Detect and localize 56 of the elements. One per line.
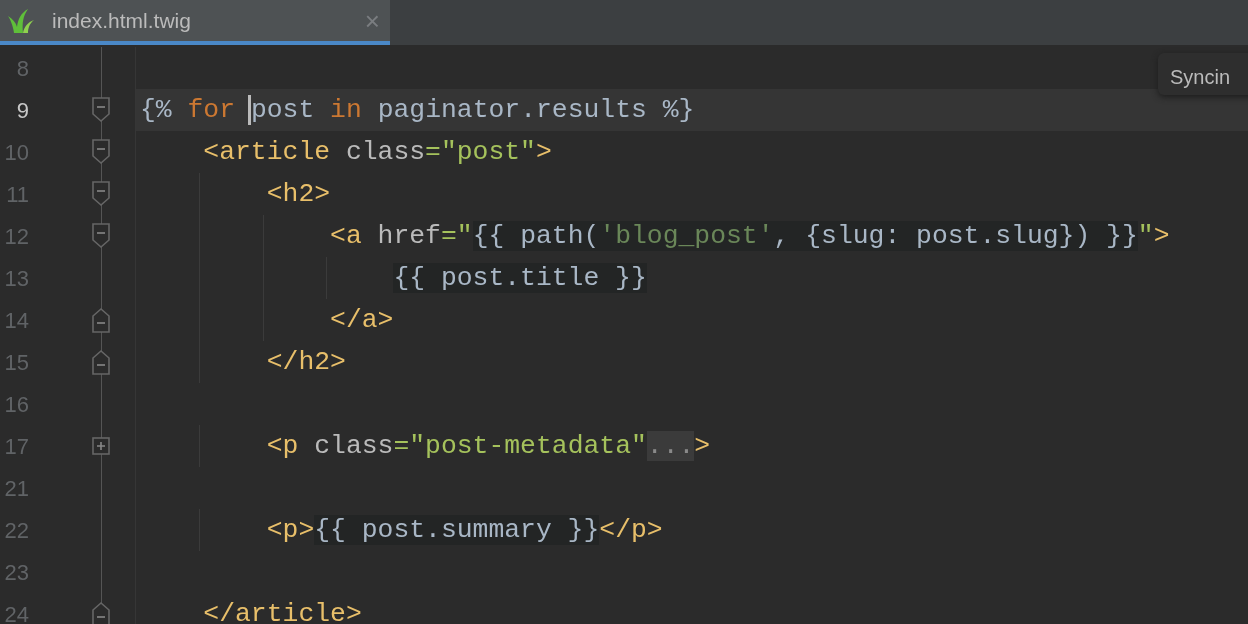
code-token: href <box>377 221 441 251</box>
code-token: {% <box>140 95 172 125</box>
fold-collapse-icon[interactable] <box>92 139 110 165</box>
fold-collapse-icon[interactable] <box>92 223 110 249</box>
code-token: <p <box>266 431 299 461</box>
code-token: {{ post.summary }} <box>314 515 600 545</box>
line-number: 16 <box>3 390 29 419</box>
line-number: 9 <box>15 96 29 125</box>
fold-end-icon[interactable] <box>92 601 110 624</box>
code-token: <article <box>203 137 331 167</box>
code-token: <p> <box>266 515 315 545</box>
code-token: ="post-metadata" <box>393 431 647 461</box>
code-token: " <box>1137 221 1154 251</box>
code-token: class <box>345 137 426 167</box>
code-token: ="post" <box>425 137 536 167</box>
line-number: 10 <box>3 138 29 167</box>
line-number: 23 <box>3 558 29 587</box>
fold-end-icon[interactable] <box>92 307 110 333</box>
code-token: {{ path( <box>472 221 600 251</box>
line-number: 13 <box>3 264 29 293</box>
code-token: <h2> <box>266 179 331 209</box>
close-icon[interactable]: × <box>364 7 380 34</box>
code-token: , {slug: post.slug}) }} <box>773 221 1138 251</box>
line-number: 21 <box>3 474 29 503</box>
line-number: 14 <box>3 306 29 335</box>
code-token: in <box>330 95 362 125</box>
code-token: </a> <box>330 305 394 335</box>
line-number: 15 <box>3 348 29 377</box>
line-number: 12 <box>3 222 29 251</box>
leaf-icon <box>8 6 36 35</box>
code-token: <a <box>330 221 362 251</box>
line-number: 24 <box>3 600 29 624</box>
code-token: </article> <box>203 599 362 624</box>
fold-end-icon[interactable] <box>92 349 110 375</box>
code-token: for <box>187 95 236 125</box>
line-number: 11 <box>5 180 29 209</box>
code-token: =" <box>440 221 473 251</box>
line-number: 17 <box>3 432 29 461</box>
code-token: paginator.results %} <box>377 95 695 125</box>
line-number: 8 <box>15 54 29 83</box>
code-token: class <box>314 431 394 461</box>
code-token: </h2> <box>266 347 346 377</box>
code-token: > <box>535 137 552 167</box>
tooltip: Syncin <box>1158 53 1248 95</box>
code-token: > <box>694 431 711 461</box>
code-token: </p> <box>599 515 663 545</box>
folded-code-placeholder[interactable]: ... <box>646 431 695 461</box>
file-tab[interactable]: index.html.twig × <box>0 0 390 45</box>
code-token: 'blog_post' <box>599 221 774 251</box>
line-number: 22 <box>3 516 29 545</box>
fold-collapse-icon[interactable] <box>92 181 110 207</box>
code-token: post <box>250 95 315 125</box>
code-token: > <box>1153 221 1170 251</box>
text-cursor <box>247 95 251 126</box>
fold-collapse-icon[interactable] <box>92 97 110 123</box>
code-token: {{ post.title }} <box>393 263 647 293</box>
